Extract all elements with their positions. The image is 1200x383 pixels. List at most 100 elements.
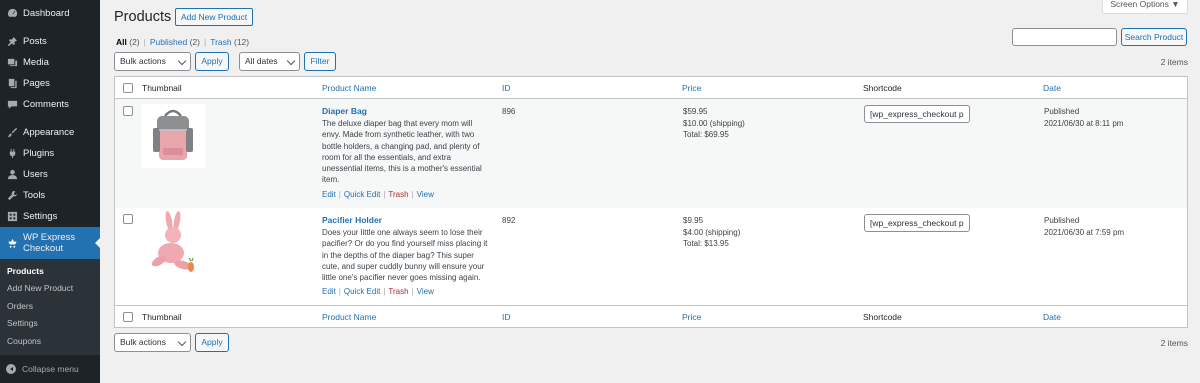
add-new-product-button[interactable]: Add New Product [175,8,254,26]
collapse-arrow-icon [6,364,16,374]
bulk-actions-select-top[interactable]: Bulk actions [114,52,191,71]
sidebar-item-dashboard[interactable]: Dashboard [0,3,100,24]
date-text: 2021/06/30 at 8:11 pm [1044,118,1124,128]
column-date[interactable]: Date [1043,312,1061,322]
column-product-name[interactable]: Product Name [322,312,376,322]
table-footer: Thumbnail Product Name ID Price Shortcod… [115,305,1187,327]
sidebar-item-tools[interactable]: Tools [0,185,100,206]
product-name-link[interactable]: Diaper Bag [322,106,367,116]
column-shortcode: Shortcode [863,83,902,93]
screen-options-button[interactable]: Screen Options ▼ [1102,0,1188,14]
view-link[interactable]: View [417,190,434,199]
dates-select[interactable]: All dates [239,52,300,71]
shortcode-field[interactable]: [wp_express_checkout p [864,214,970,232]
pin-icon [6,36,18,48]
sidebar-item-appearance[interactable]: Appearance [0,122,100,143]
chevron-down-icon [177,337,187,347]
sidebar-item-label: Dashboard [23,8,70,19]
sidebar-item-plugins[interactable]: Plugins [0,143,100,164]
sidebar-item-users[interactable]: Users [0,164,100,185]
select-all-checkbox-footer[interactable] [123,312,133,322]
filter-published-label: Published [149,37,188,47]
edit-link[interactable]: Edit [322,287,336,296]
sidebar-item-label: Tools [23,190,46,201]
sidebar-item-posts[interactable]: Posts [0,31,100,52]
row-checkbox[interactable] [123,214,133,224]
search-input[interactable] [1012,28,1117,46]
column-thumbnail: Thumbnail [142,83,182,93]
shipping-value: $10.00 (shipping) [683,118,745,128]
dates-value: All dates [245,56,278,66]
filter-all[interactable]: All (2) [116,37,140,47]
search-product-button[interactable]: Search Product [1121,28,1187,46]
column-id[interactable]: ID [502,83,511,93]
table-row: Pacifier Holder Does your little one alw… [115,208,1187,305]
filter-published-count: (2) [189,37,200,47]
submenu-item-settings[interactable]: Settings [0,315,100,333]
action-separator: | [338,287,341,296]
apply-button-top[interactable]: Apply [195,52,229,71]
product-id: 896 [502,107,516,116]
trash-link[interactable]: Trash [388,287,408,296]
column-price[interactable]: Price [682,83,701,93]
quick-edit-link[interactable]: Quick Edit [344,190,380,199]
shortcode-field[interactable]: [wp_express_checkout p [864,105,970,123]
trash-link[interactable]: Trash [388,190,408,199]
items-count-top: 2 items [1160,57,1188,67]
filter-button[interactable]: Filter [304,52,336,71]
sidebar-item-media[interactable]: Media [0,52,100,73]
view-link[interactable]: View [417,287,434,296]
diaper-bag-thumbnail [141,104,205,168]
column-id[interactable]: ID [502,312,511,322]
sidebar-item-pages[interactable]: Pages [0,73,100,94]
pacifier-holder-thumbnail [141,211,205,275]
sidebar-item-label: Plugins [23,148,55,159]
apply-button-bottom[interactable]: Apply [195,333,229,352]
settings-icon [6,211,18,223]
sidebar-active-line1: WP Express [23,232,76,243]
submenu-item-add-new-product[interactable]: Add New Product [0,280,100,298]
filter-trash-count: (12) [233,37,250,47]
filter-trash[interactable]: Trash (12) [210,37,249,47]
filter-all-count: (2) [129,37,140,47]
total-value: Total: $13.95 [683,239,729,248]
column-thumbnail: Thumbnail [142,312,182,322]
product-id: 892 [502,216,516,225]
quick-edit-link[interactable]: Quick Edit [344,287,380,296]
filter-published[interactable]: Published (2) [150,37,200,47]
column-product-name[interactable]: Product Name [322,83,376,93]
status-filter-links: All (2) | Published (2) | Trash (12) [116,37,249,47]
sidebar-item-comments[interactable]: Comments [0,94,100,115]
sidebar-item-label: Settings [23,211,58,222]
submenu-item-coupons[interactable]: Coupons [0,332,100,350]
price-cell: $59.95 $10.00 (shipping) Total: $69.95 [683,106,745,141]
bulk-actions-select-bottom[interactable]: Bulk actions [114,333,191,352]
products-table: Thumbnail Product Name ID Price Shortcod… [114,76,1188,328]
status-text: Published [1044,107,1080,116]
price-value: $9.95 [683,216,704,225]
action-separator: | [411,190,414,199]
submenu-item-orders[interactable]: Orders [0,297,100,315]
sidebar-item-label: Users [23,169,48,180]
action-separator: | [383,287,386,296]
product-name-link[interactable]: Pacifier Holder [322,215,382,225]
sidebar-item-settings[interactable]: Settings [0,206,100,227]
items-count-bottom: 2 items [1160,338,1188,348]
collapse-menu-label: Collapse menu [22,364,79,374]
action-separator: | [411,287,414,296]
select-all-checkbox[interactable] [123,83,133,93]
media-icon [6,57,18,69]
sidebar-item-label: Appearance [23,127,75,138]
plugin-icon [6,148,18,160]
row-checkbox[interactable] [123,106,133,116]
collapse-menu-button[interactable]: Collapse menu [6,364,79,374]
column-date[interactable]: Date [1043,83,1061,93]
column-price[interactable]: Price [682,312,701,322]
submenu-item-products[interactable]: Products [0,262,100,280]
product-description: Does your little one always seem to lose… [322,228,488,283]
sidebar-item-wp-express-checkout[interactable]: WP Express Checkout [0,227,100,259]
filter-trash-label: Trash [210,37,232,47]
edit-link[interactable]: Edit [322,190,336,199]
table-row: Diaper Bag The deluxe diaper bag that ev… [115,99,1187,208]
wrench-icon [6,190,18,202]
